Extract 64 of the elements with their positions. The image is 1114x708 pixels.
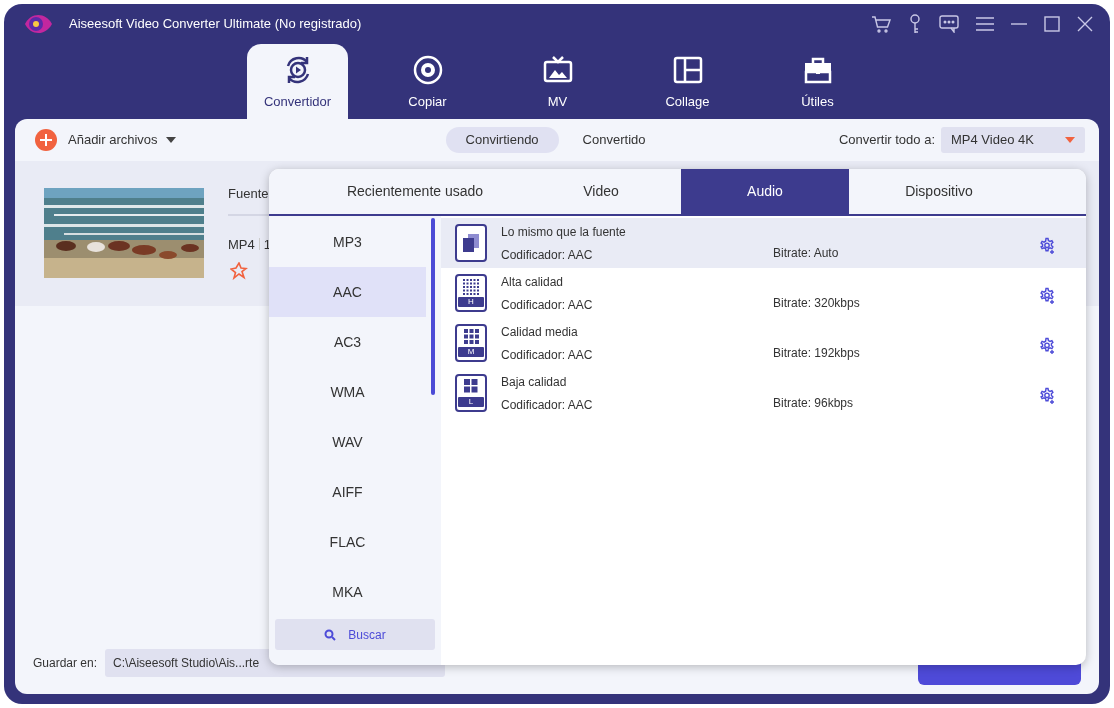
preset-name: Baja calidad — [501, 373, 568, 391]
encoder-text: Codificador: AAC — [501, 296, 594, 314]
quality-icon: L — [455, 374, 487, 412]
convert-all-label: Convertir todo a: — [838, 131, 935, 150]
quality-icon: M — [455, 324, 487, 362]
format-tab[interactable]: Dispositivo — [849, 169, 1029, 214]
format-dropdown[interactable]: MP4 Video 4K — [941, 127, 1085, 153]
add-files-button[interactable]: Añadir archivos — [68, 130, 176, 150]
copy-icon — [455, 224, 487, 262]
encoder-text: Codificador: AAC — [501, 396, 594, 414]
bitrate-text: Bitrate: Auto — [773, 245, 839, 262]
nav-tab[interactable]: Copiar — [377, 44, 478, 119]
nav-tab[interactable]: MV — [507, 44, 608, 119]
format-list-item[interactable]: WMA — [269, 367, 426, 417]
search-button[interactable]: Buscar — [275, 619, 435, 650]
save-to-label: Guardar en: — [33, 654, 98, 672]
nav-tab[interactable]: Útiles — [767, 44, 868, 119]
preset-row[interactable]: M Calidad media Codificador: AAC Bitrate: 192kbps — [441, 318, 1086, 368]
format-list-item[interactable]: AC3 — [269, 317, 426, 367]
nav-tab[interactable]: Collage — [637, 44, 738, 119]
add-icon[interactable] — [35, 129, 57, 151]
scrollbar-thumb[interactable] — [431, 218, 435, 395]
format-list-item[interactable]: MP3 — [269, 217, 426, 267]
format-list-item[interactable]: WAV — [269, 417, 426, 467]
collage-icon — [671, 54, 704, 86]
disc-icon — [411, 54, 444, 86]
quality-icon: H — [455, 274, 487, 312]
format-list-item[interactable]: FLAC — [269, 517, 426, 567]
preset-row[interactable]: Lo mismo que la fuente Codificador: AAC Bitrate: Auto — [441, 218, 1086, 268]
preset-row[interactable]: L Baja calidad Codificador: AAC Bitrate: 96kbps — [441, 368, 1086, 418]
format-list-item[interactable]: MKA — [269, 567, 426, 617]
key-icon[interactable] — [908, 14, 922, 34]
caret-icon — [165, 137, 176, 143]
search-icon — [324, 628, 337, 641]
preset-name: Lo mismo que la fuente — [501, 223, 627, 241]
source-label: Fuente — [228, 185, 270, 203]
encoder-text: Codificador: AAC — [501, 246, 594, 264]
encoder-text: Codificador: AAC — [501, 346, 594, 364]
chat-icon[interactable] — [939, 15, 959, 33]
status-tab[interactable]: Convertido — [562, 127, 666, 153]
caret-icon — [1065, 137, 1075, 143]
format-tab[interactable]: Audio — [681, 169, 849, 214]
settings-icon[interactable] — [1038, 337, 1056, 355]
settings-icon[interactable] — [1038, 237, 1056, 255]
nav-tab[interactable]: Convertidor — [247, 44, 348, 119]
preset-row[interactable]: H Alta calidad Codificador: AAC Bitrate: 320kbps — [441, 268, 1086, 318]
bitrate-text: Bitrate: 192kbps — [773, 345, 860, 362]
preset-name: Calidad media — [501, 323, 579, 341]
window-title: Aiseesoft Video Converter Ultimate (No registrado) — [69, 15, 362, 34]
bitrate-text: Bitrate: 96kbps — [773, 395, 854, 412]
cart-icon[interactable] — [871, 15, 891, 33]
settings-icon[interactable] — [1038, 287, 1056, 305]
maximize-icon[interactable] — [1044, 16, 1060, 32]
preset-name: Alta calidad — [501, 273, 565, 291]
menu-icon[interactable] — [976, 16, 994, 32]
format-tab[interactable]: Video — [521, 169, 681, 214]
settings-icon[interactable] — [1038, 387, 1056, 405]
bitrate-text: Bitrate: 320kbps — [773, 295, 860, 312]
status-tab[interactable]: Convirtiendo — [445, 127, 559, 153]
format-tab[interactable]: Recientemente usado — [309, 169, 521, 214]
format-list-item[interactable]: AIFF — [269, 467, 426, 517]
format-list-item[interactable]: AAC — [269, 267, 426, 317]
close-icon[interactable] — [1077, 16, 1093, 32]
format-text: MP4 — [228, 235, 255, 254]
